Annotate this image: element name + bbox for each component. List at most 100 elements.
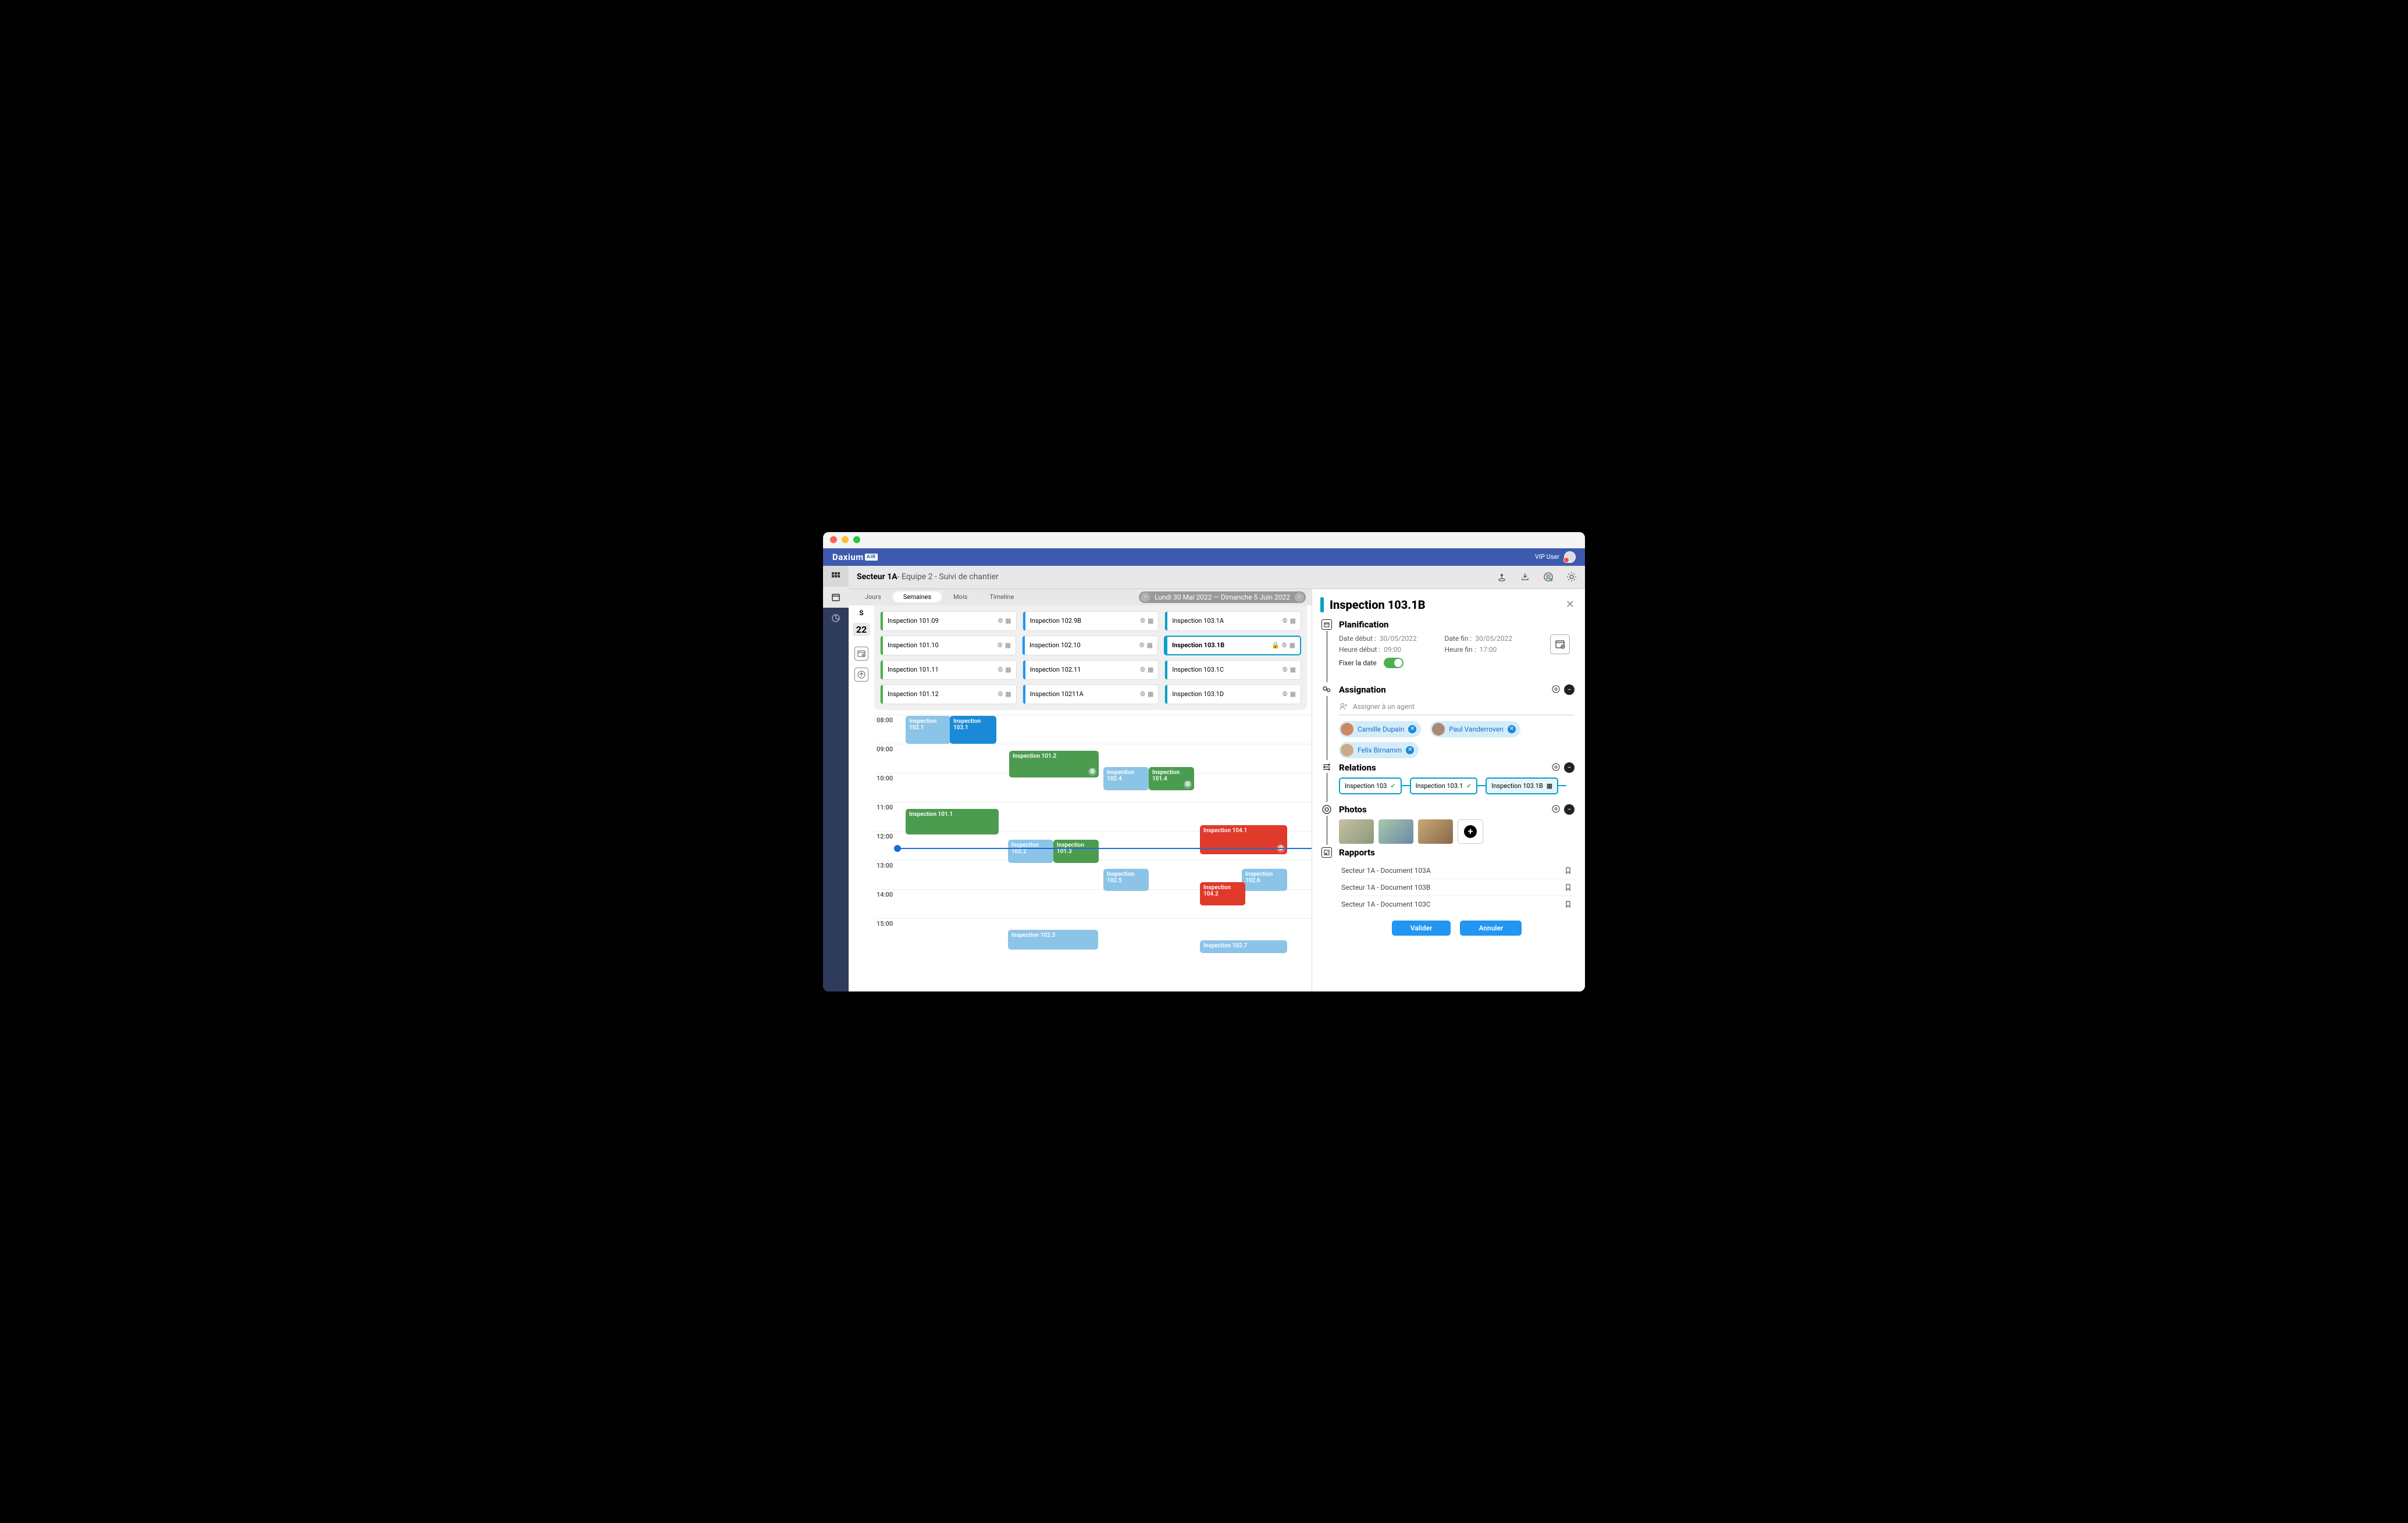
relation-label: Inspection 103 <box>1345 782 1387 790</box>
person-add-icon <box>1339 702 1348 711</box>
backlog-card[interactable]: Inspection 101.12⦾▦ <box>880 684 1017 704</box>
backlog-card-title: Inspection 103.1C <box>1172 666 1224 673</box>
backlog-card-title: Inspection 101.11 <box>888 666 939 673</box>
prev-week-icon[interactable]: ‹ <box>1141 593 1150 602</box>
relation-node[interactable]: Inspection 103.1✔ <box>1410 777 1478 794</box>
bookmark-icon[interactable] <box>1564 866 1572 875</box>
assignee-chip[interactable]: Paul Vanderroven✕ <box>1430 721 1520 737</box>
list-icon[interactable] <box>1543 572 1554 582</box>
grid-area: Inspection 101.09⦾▦Inspection 102.9B⦾▦In… <box>874 605 1312 991</box>
calendar-event[interactable]: Inspection 104.1⦾ <box>1200 825 1287 854</box>
calendar-event[interactable]: Inspection 102.1 <box>906 716 951 744</box>
photos-collapse-icon[interactable]: − <box>1564 804 1575 815</box>
view-months[interactable]: Mois <box>943 591 978 602</box>
report-row[interactable]: Secteur 1A - Document 103A <box>1339 862 1575 879</box>
sidebar <box>823 566 849 991</box>
calendar-event[interactable]: Inspection 102.5 <box>1103 869 1149 891</box>
calendar-body: S 22 Inspection 101.09⦾▦Inspection 102.9… <box>849 605 1312 991</box>
calendar-event[interactable]: Inspection 101.4⦾ <box>1149 767 1194 790</box>
lock-icon: 🔒 <box>1271 641 1280 650</box>
fix-date-toggle[interactable] <box>1384 658 1404 668</box>
report-name: Secteur 1A - Document 103A <box>1341 866 1431 875</box>
backlog-card[interactable]: Inspection 102.11⦾▦ <box>1023 660 1159 680</box>
calendar-event[interactable]: Inspection 104.2 <box>1200 882 1245 905</box>
backlog-card[interactable]: Inspection 103.1B🔒⦾▦ <box>1164 636 1301 655</box>
user-avatar[interactable] <box>1564 551 1576 563</box>
relation-node[interactable]: Inspection 103✔ <box>1339 777 1402 794</box>
toolbar-actions <box>1497 572 1577 582</box>
relations-title: Relations <box>1339 762 1551 773</box>
photos-settings-icon[interactable] <box>1551 804 1561 815</box>
view-weeks[interactable]: Semaines <box>893 591 942 602</box>
relations-settings-icon[interactable] <box>1551 762 1561 773</box>
hour-label: 11:00 <box>874 802 903 831</box>
apps-grid-icon[interactable] <box>823 566 849 587</box>
calendar-event[interactable]: Inspection 102.7 <box>1200 940 1287 953</box>
relation-node[interactable]: Inspection 103.1B▦ <box>1486 777 1558 794</box>
chart-nav-icon[interactable] <box>823 608 849 629</box>
remove-chip-icon[interactable]: ✕ <box>1508 725 1516 733</box>
location-icon[interactable] <box>1497 572 1507 582</box>
backlog-card[interactable]: Inspection 10211A⦾▦ <box>1023 684 1159 704</box>
open-calendar-icon[interactable] <box>1550 634 1570 654</box>
remove-chip-icon[interactable]: ✕ <box>1406 746 1414 754</box>
download-icon[interactable] <box>1520 572 1530 582</box>
next-week-icon[interactable]: › <box>1295 593 1304 602</box>
relations-collapse-icon[interactable]: − <box>1564 762 1575 773</box>
backlog-card[interactable]: Inspection 102.9B⦾▦ <box>1023 611 1159 631</box>
gear-icon[interactable] <box>1566 572 1577 582</box>
backlog-card[interactable]: Inspection 101.09⦾▦ <box>880 611 1017 631</box>
calendar-event[interactable]: Inspection 103.1 <box>950 716 996 744</box>
photo-thumb[interactable] <box>1418 819 1453 844</box>
backlog-card[interactable]: Inspection 101.10⦾▦ <box>880 636 1016 655</box>
photo-thumb[interactable] <box>1339 819 1374 844</box>
people-section-icon <box>1321 684 1332 695</box>
view-days[interactable]: Jours <box>854 591 892 602</box>
end-date-label: Date fin : <box>1445 634 1472 643</box>
backlog-card[interactable]: Inspection 101.11⦾▦ <box>880 660 1017 680</box>
date-icon: ▦ <box>1147 641 1153 650</box>
people-icon: ⦾ <box>1139 641 1145 650</box>
end-date-value: 30/05/2022 <box>1475 634 1512 643</box>
people-icon: ⦾ <box>1140 666 1145 674</box>
backlog-card[interactable]: Inspection 103.1C⦾▦ <box>1164 660 1301 680</box>
calendar-event[interactable]: Inspection 102.2 <box>1008 840 1053 863</box>
backlog-card[interactable]: Inspection 103.1D⦾▦ <box>1164 684 1301 704</box>
calendar-event[interactable]: Inspection 101.3 <box>1053 840 1099 863</box>
calendar-event[interactable]: Inspection 102.6 <box>1242 869 1287 891</box>
assign-input[interactable]: Assigner à un agent <box>1339 700 1575 715</box>
people-icon: ⦾ <box>998 690 1003 698</box>
collapse-icon[interactable] <box>854 668 868 682</box>
assign-collapse-icon[interactable]: − <box>1564 684 1575 695</box>
section-relations: Relations − Inspection 103✔Inspection 10… <box>1320 762 1575 803</box>
bookmark-icon[interactable] <box>1564 900 1572 908</box>
validate-button[interactable]: Valider <box>1392 921 1451 936</box>
bookmark-icon[interactable] <box>1564 883 1572 891</box>
backlog-card[interactable]: Inspection 103.1A⦾▦ <box>1164 611 1301 631</box>
cancel-button[interactable]: Annuler <box>1460 921 1522 936</box>
calendar-event[interactable]: Inspection 101.2⦾ <box>1009 751 1099 777</box>
assignee-chip[interactable]: Felix Birnamm✕ <box>1339 742 1419 758</box>
view-timeline[interactable]: Timeline <box>979 591 1024 602</box>
calendar-event[interactable]: Inspection 102.4 <box>1103 767 1149 790</box>
assignee-chip[interactable]: Camille Dupain✕ <box>1339 721 1421 737</box>
add-event-icon[interactable] <box>854 647 868 661</box>
add-photo-button[interactable]: + <box>1458 819 1483 844</box>
minimize-dot[interactable] <box>842 536 849 543</box>
report-row[interactable]: Secteur 1A - Document 103C <box>1339 896 1575 912</box>
user-info[interactable]: VIP User <box>1535 551 1576 563</box>
backlog-card[interactable]: Inspection 102.10⦾▦ <box>1022 636 1158 655</box>
photo-thumb[interactable] <box>1378 819 1413 844</box>
hour-label: 15:00 <box>874 919 903 947</box>
remove-chip-icon[interactable]: ✕ <box>1408 725 1416 733</box>
calendar-nav-icon[interactable] <box>823 587 849 608</box>
close-icon[interactable]: ✕ <box>1566 598 1575 611</box>
close-dot[interactable] <box>830 536 837 543</box>
maximize-dot[interactable] <box>853 536 860 543</box>
calendar-event[interactable]: Inspection 101.1 <box>906 809 999 834</box>
date-icon: ▦ <box>1290 617 1296 625</box>
calendar-event[interactable]: Inspection 102.3 <box>1008 930 1098 950</box>
report-row[interactable]: Secteur 1A - Document 103B <box>1339 879 1575 896</box>
assign-settings-icon[interactable] <box>1551 684 1561 695</box>
relation-chain: Inspection 103✔ Inspection 103.1✔ Inspecti… <box>1339 777 1575 794</box>
